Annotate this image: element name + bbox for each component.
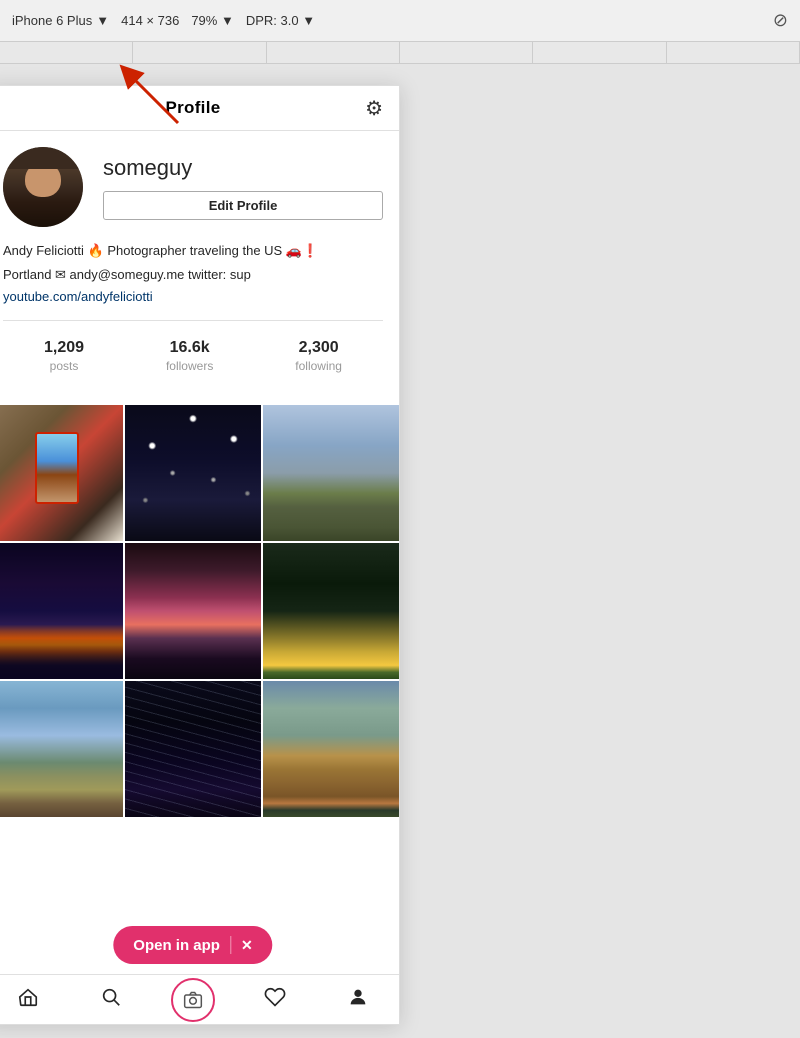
grid-photo-4[interactable] [0, 543, 123, 679]
bio-line2: Portland ✉ andy@someguy.me twitter: sup [3, 265, 383, 285]
ruler-segment [667, 42, 800, 63]
rotate-icon[interactable]: ⊘ [773, 10, 788, 31]
posts-count: 1,209 [44, 339, 84, 357]
following-label: following [295, 359, 342, 373]
home-icon [17, 986, 39, 1014]
bio-line1: Andy Feliciotti 🔥 Photographer traveling… [3, 241, 383, 261]
profile-info: someguy Edit Profile [103, 155, 383, 220]
open-in-app-label: Open in app [133, 937, 220, 954]
photo-grid [0, 405, 399, 817]
dpr-label: DPR: 3.0 ▼ [246, 13, 315, 28]
stats-divider [3, 320, 383, 321]
instagram-header: Profile ⚙ [0, 86, 399, 131]
dpr-dropdown-icon: ▼ [302, 13, 315, 28]
bottom-nav [0, 974, 399, 1024]
nav-profile[interactable] [333, 975, 383, 1025]
username: someguy [103, 155, 383, 181]
nav-heart[interactable] [250, 975, 300, 1025]
ruler-segment [267, 42, 400, 63]
grid-photo-6[interactable] [263, 543, 399, 679]
zoom-label: 79% ▼ [191, 13, 234, 28]
dimensions-label: 414 × 736 [121, 13, 179, 28]
stat-posts: 1,209 posts [44, 339, 84, 375]
grid-photo-7[interactable] [0, 681, 123, 817]
grid-photo-5[interactable] [125, 543, 261, 679]
ruler-segment [533, 42, 666, 63]
zoom-dropdown-icon: ▼ [221, 13, 234, 28]
zoom-value: 79% [191, 13, 217, 28]
grid-photo-8[interactable] [125, 681, 261, 817]
followers-count: 16.6k [166, 339, 213, 357]
settings-icon[interactable]: ⚙ [365, 96, 383, 121]
posts-label: posts [50, 359, 79, 373]
edit-profile-button[interactable]: Edit Profile [103, 191, 383, 220]
ruler-segment [133, 42, 266, 63]
heart-icon [264, 986, 286, 1014]
device-dropdown-icon: ▼ [96, 13, 109, 28]
following-count: 2,300 [295, 339, 342, 357]
nav-home[interactable] [3, 975, 53, 1025]
page-title: Profile [165, 98, 220, 118]
open-in-app-banner[interactable]: Open in app ✕ [113, 926, 272, 964]
stat-followers[interactable]: 16.6k followers [166, 339, 213, 375]
ruler-segment [400, 42, 533, 63]
device-name-text: iPhone 6 Plus [12, 13, 92, 28]
device-label[interactable]: iPhone 6 Plus ▼ [12, 13, 109, 28]
grid-photo-9[interactable] [263, 681, 399, 817]
nav-camera[interactable] [168, 975, 218, 1025]
followers-label: followers [166, 359, 213, 373]
phone-frame: Profile ⚙ someguy Edit Profile Andy Feli… [0, 85, 400, 1025]
grid-photo-3[interactable] [263, 405, 399, 541]
ruler-segment [0, 42, 133, 63]
profile-icon [347, 986, 369, 1014]
ruler-bar [0, 42, 800, 64]
grid-photo-2[interactable] [125, 405, 261, 541]
open-in-app-divider [230, 936, 231, 954]
profile-section: someguy Edit Profile Andy Feliciotti 🔥 P… [0, 131, 399, 405]
search-icon [100, 986, 122, 1014]
profile-top: someguy Edit Profile [3, 147, 383, 227]
stats-row: 1,209 posts 16.6k followers 2,300 follow… [3, 335, 383, 389]
dpr-value: DPR: 3.0 [246, 13, 299, 28]
avatar [3, 147, 83, 227]
open-in-app-close-icon[interactable]: ✕ [241, 937, 253, 954]
stat-following[interactable]: 2,300 following [295, 339, 342, 375]
browser-toolbar: iPhone 6 Plus ▼ 414 × 736 79% ▼ DPR: 3.0… [0, 0, 800, 42]
avatar-image [3, 147, 83, 227]
camera-circle-highlight [171, 978, 215, 1022]
nav-search[interactable] [86, 975, 136, 1025]
bio-link[interactable]: youtube.com/andyfeliciotti [3, 289, 153, 304]
grid-photo-1[interactable] [0, 405, 123, 541]
